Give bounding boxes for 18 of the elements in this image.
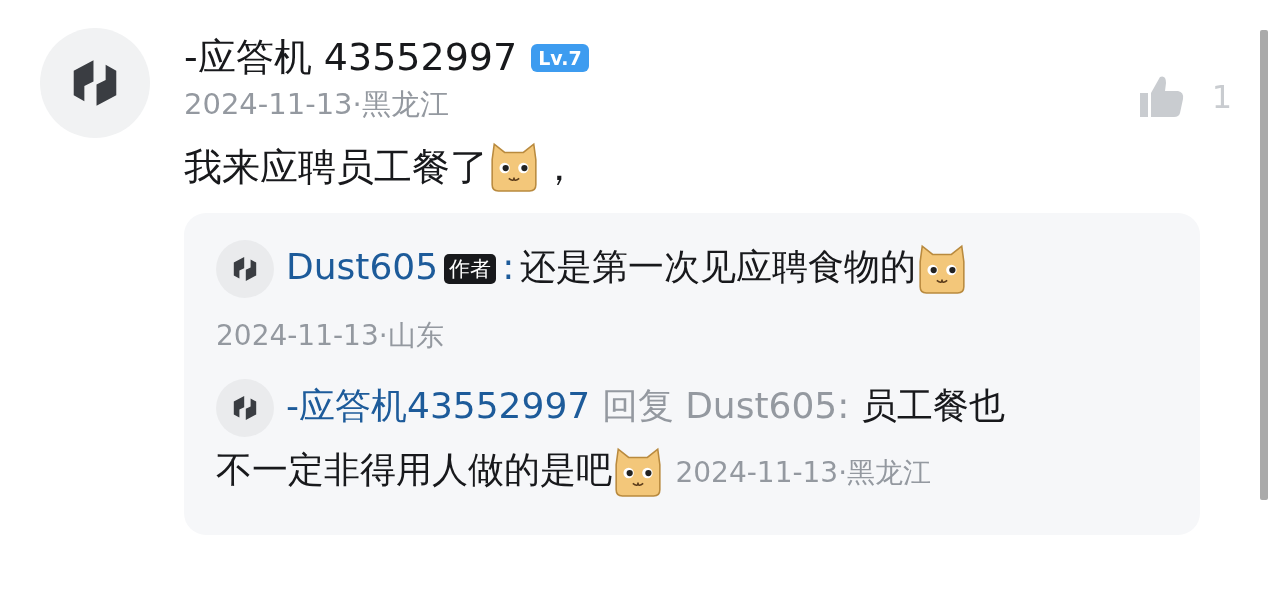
author-badge: 作者: [444, 254, 497, 284]
scrollbar[interactable]: [1260, 30, 1268, 500]
comment-text: ，: [540, 143, 578, 191]
reply-username[interactable]: -应答机43552997: [286, 385, 591, 426]
reply-meta: 2024-11-13·黑龙江: [675, 456, 932, 489]
reply-text: 员工餐也: [860, 385, 1005, 426]
comment-meta: 2024-11-13·黑龙江: [184, 86, 449, 123]
colon: :: [502, 246, 515, 287]
cat-emoji-icon: [612, 446, 664, 498]
comment-text: 我来应聘员工餐了: [184, 143, 488, 191]
reply-label: 回复: [601, 385, 674, 426]
username[interactable]: -应答机 43552997: [184, 32, 518, 83]
reply-meta: 2024-11-13·山东: [216, 319, 444, 352]
reply-text: 不一定非得用人做的是吧: [216, 449, 612, 490]
level-badge: Lv.7: [531, 43, 589, 72]
cat-emoji-icon: [488, 141, 540, 193]
reply-username[interactable]: Dust605: [286, 246, 439, 287]
reply-text: 还是第一次见应聘食物的: [520, 246, 917, 287]
